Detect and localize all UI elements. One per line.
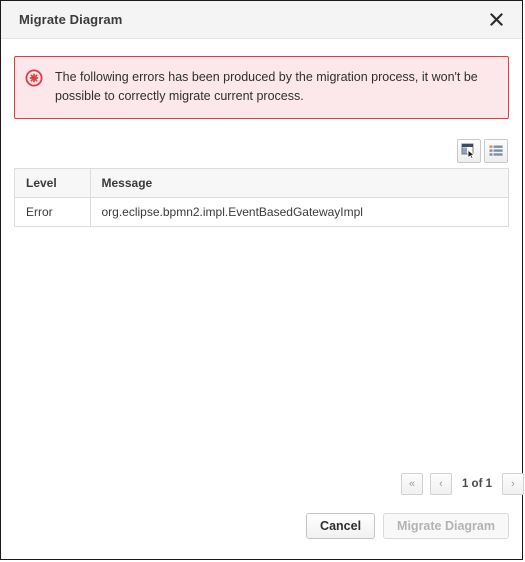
- table-row[interactable]: Error org.eclipse.bpmn2.impl.EventBasedG…: [15, 197, 508, 226]
- table-header-row: Level Message: [15, 169, 508, 198]
- cancel-button[interactable]: Cancel: [306, 513, 376, 539]
- close-icon: [489, 13, 503, 26]
- migrate-diagram-button: Migrate Diagram: [383, 513, 509, 539]
- list-view-button[interactable]: [484, 139, 508, 163]
- dialog-footer: Cancel Migrate Diagram: [1, 513, 522, 559]
- cell-level: Error: [15, 197, 91, 226]
- pagination-status: 1 of 1: [461, 478, 492, 490]
- column-header-message[interactable]: Message: [90, 169, 508, 198]
- dialog-title: Migrate Diagram: [19, 12, 123, 27]
- select-columns-icon: [461, 143, 477, 159]
- column-header-level[interactable]: Level: [15, 169, 91, 198]
- select-columns-button[interactable]: [457, 139, 481, 163]
- dialog-body: The following errors has been produced b…: [1, 39, 524, 513]
- pagination-next-button[interactable]: ›: [502, 473, 524, 495]
- error-alert: The following errors has been produced b…: [14, 56, 509, 119]
- error-alert-message: The following errors has been produced b…: [55, 70, 478, 103]
- cell-message: org.eclipse.bpmn2.impl.EventBasedGateway…: [90, 197, 508, 226]
- errors-table: Level Message Error org.eclipse.bpmn2.im…: [14, 168, 509, 227]
- pagination: « ‹ 1 of 1 ›: [14, 473, 524, 495]
- pagination-prev-button[interactable]: ‹: [429, 473, 452, 495]
- migrate-diagram-dialog: Migrate Diagram The following errors has…: [0, 0, 524, 560]
- dialog-titlebar: Migrate Diagram: [1, 1, 522, 39]
- table-toolbar: [14, 139, 509, 163]
- list-view-icon: [488, 143, 504, 159]
- close-button[interactable]: [484, 8, 508, 32]
- error-circle-icon: [25, 69, 43, 87]
- pagination-first-button[interactable]: «: [400, 473, 423, 495]
